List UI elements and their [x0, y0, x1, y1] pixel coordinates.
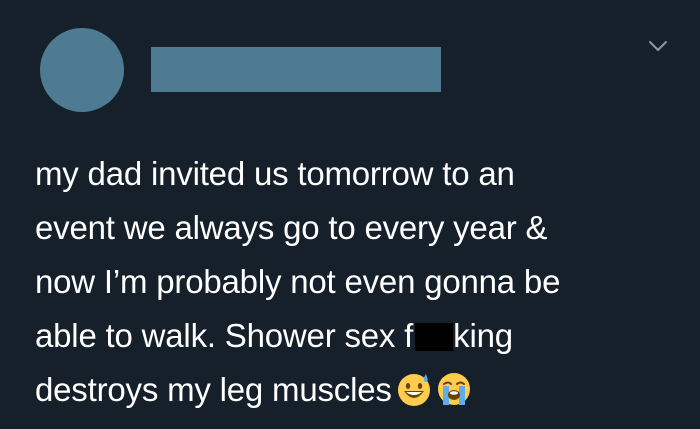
- tweet-text-line: event we always go to every year &: [35, 209, 548, 246]
- tweet-text-line: now I’m probably not even gonna be: [35, 263, 561, 300]
- username-redaction: [151, 47, 441, 92]
- avatar[interactable]: [40, 28, 124, 112]
- tweet-text: my dad invited us tomorrow to an event w…: [35, 147, 675, 417]
- tweet-text-line: my dad invited us tomorrow to an: [35, 155, 515, 192]
- chevron-down-icon[interactable]: [647, 36, 669, 56]
- tweet-text-line: able to walk. Shower sex f king: [35, 309, 675, 363]
- tweet-text-segment: destroys my leg muscles: [35, 371, 392, 408]
- tweet-text-line: destroys my leg muscles: [35, 363, 675, 417]
- censor-bar: [415, 323, 454, 351]
- grinning-sweat-emoji-icon: [397, 374, 430, 406]
- tweet-text-segment: king: [453, 317, 513, 354]
- tweet-text-segment: able to walk. Shower sex f: [35, 317, 414, 354]
- loudly-crying-emoji-icon: [437, 373, 470, 405]
- tweet-card: my dad invited us tomorrow to an event w…: [0, 0, 700, 429]
